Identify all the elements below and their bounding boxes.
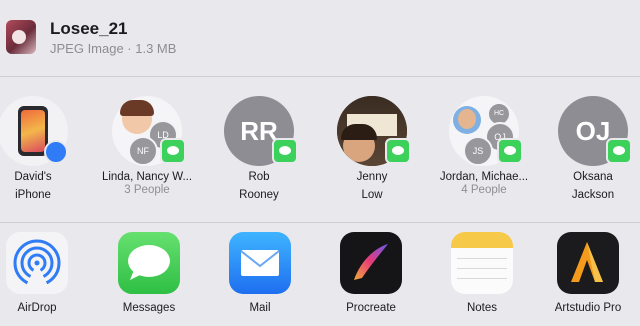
group-target-jordan-michael[interactable]: HC OJ JS Jordan, Michae... 4 People (429, 96, 539, 197)
person-name: David's (14, 171, 52, 183)
contact-avatar: OJ (558, 96, 632, 166)
group-member-bubble: JS (463, 136, 493, 166)
airdrop-target-davids-iphone[interactable]: David's iPhone (0, 96, 88, 202)
divider (0, 76, 640, 77)
artstudio-icon (557, 232, 619, 294)
apps-row: AirDrop Messages Mail Procreate Notes Ar… (0, 232, 640, 326)
contact-target-rob-rooney[interactable]: RR Rob Rooney (204, 96, 314, 202)
app-label: Notes (466, 302, 498, 314)
people-row: David's iPhone LD NF Linda, Nancy W... 3… (0, 96, 640, 216)
share-sheet: Losee_21 JPEG Image · 1.3 MB David's iPh… (0, 0, 640, 326)
contact-avatar: RR (224, 96, 298, 166)
person-subtitle: 4 People (461, 184, 507, 196)
messages-badge-icon (606, 138, 632, 164)
notes-icon (451, 232, 513, 294)
messages-badge-icon (160, 138, 186, 164)
person-name: Jenny (356, 171, 388, 183)
messages-badge-icon (497, 138, 523, 164)
procreate-icon (340, 232, 402, 294)
messages-badge-icon (385, 138, 411, 164)
app-procreate[interactable]: Procreate (316, 232, 426, 314)
app-label: Artstudio Pro (554, 302, 622, 314)
person-name: Rob (248, 171, 270, 183)
person-subname: iPhone (15, 189, 51, 201)
mail-icon (229, 232, 291, 294)
app-airdrop[interactable]: AirDrop (0, 232, 92, 314)
share-header: Losee_21 JPEG Image · 1.3 MB (0, 0, 640, 76)
group-avatar: LD NF (112, 96, 186, 166)
contact-target-oksana-jackson[interactable]: OJ Oksana Jackson (538, 96, 640, 202)
app-notes[interactable]: Notes (427, 232, 537, 314)
app-mail[interactable]: Mail (205, 232, 315, 314)
person-name: Oksana (573, 171, 613, 183)
device-avatar (0, 96, 68, 166)
app-label: Mail (249, 302, 271, 314)
app-messages[interactable]: Messages (94, 232, 204, 314)
app-label: Procreate (346, 302, 396, 314)
file-title: Losee_21 (50, 19, 128, 38)
airdrop-icon (6, 232, 68, 294)
person-subname: Rooney (239, 189, 279, 201)
file-subtitle: JPEG Image · 1.3 MB (50, 41, 177, 56)
person-subname: Low (361, 189, 383, 201)
app-label: AirDrop (17, 302, 57, 314)
messages-badge-icon (272, 138, 298, 164)
group-avatar: HC OJ JS (449, 96, 523, 166)
group-member-bubble: NF (128, 136, 158, 166)
person-subtitle: 3 People (124, 184, 170, 196)
divider (0, 222, 640, 223)
group-target-linda-nancy[interactable]: LD NF Linda, Nancy W... 3 People (92, 96, 202, 197)
image-thumbnail (6, 20, 36, 54)
person-name: Linda, Nancy W... (101, 171, 193, 183)
person-subname: Jackson (571, 189, 615, 201)
contact-photo-avatar (337, 96, 411, 166)
messages-icon (118, 232, 180, 294)
app-artstudio-pro[interactable]: Artstudio Pro (533, 232, 640, 314)
person-name: Jordan, Michae... (439, 171, 529, 183)
airdrop-badge-icon (44, 140, 68, 164)
app-label: Messages (122, 302, 176, 314)
contact-target-jenny-low[interactable]: Jenny Low (317, 96, 427, 202)
